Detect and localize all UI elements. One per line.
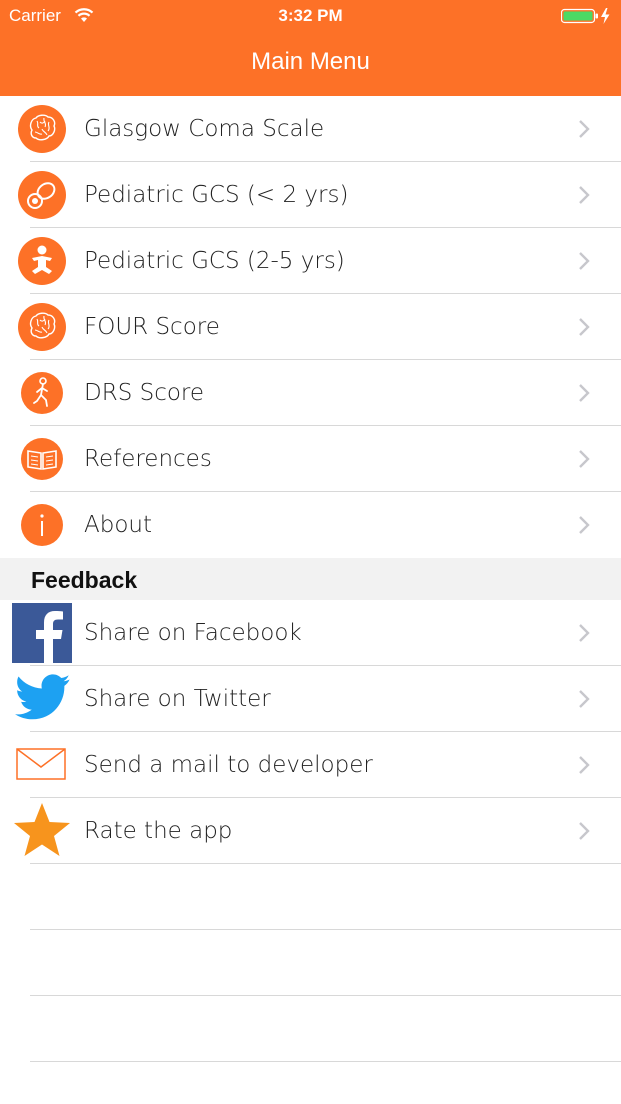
info-icon <box>21 504 63 546</box>
navigation-header: Carrier 3:32 PM Main Menu <box>0 0 621 96</box>
star-icon <box>14 803 70 856</box>
book-icon <box>21 438 63 480</box>
chevron-right-icon <box>579 186 590 204</box>
menu-item-drs-score[interactable]: DRS Score <box>0 360 621 426</box>
pacifier-icon <box>18 171 66 219</box>
chevron-right-icon <box>579 690 590 708</box>
status-bar: Carrier 3:32 PM <box>0 0 621 32</box>
page-title: Main Menu <box>251 48 370 75</box>
feedback-section-header: Feedback <box>0 558 621 600</box>
menu-item-label: Send a mail to developer <box>84 752 373 778</box>
menu-item-label: Pediatric GCS (2-5 yrs) <box>84 248 345 274</box>
walking-person-icon <box>21 372 63 414</box>
chevron-right-icon <box>579 252 590 270</box>
menu-item-label: Glasgow Coma Scale <box>84 116 325 142</box>
status-time: 3:32 PM <box>278 6 343 25</box>
chevron-right-icon <box>579 120 590 138</box>
menu-item-about[interactable]: About <box>0 492 621 558</box>
menu-item-label: References <box>84 446 212 472</box>
menu-item-label: Pediatric GCS (< 2 yrs) <box>84 182 349 208</box>
twitter-icon <box>15 674 70 720</box>
menu-item-label: DRS Score <box>84 380 205 406</box>
battery-charging-icon <box>561 8 610 24</box>
share-facebook-item[interactable]: Share on Facebook <box>0 600 621 666</box>
empty-row-separator <box>30 995 621 996</box>
menu-item-references[interactable]: References <box>0 426 621 492</box>
menu-item-label: About <box>84 512 153 538</box>
menu-item-four-score[interactable]: FOUR Score <box>0 294 621 360</box>
menu-item-label: Share on Facebook <box>84 620 302 646</box>
menu-item-pediatric-gcs-under-2[interactable]: Pediatric GCS (< 2 yrs) <box>0 162 621 228</box>
brain-icon <box>18 303 66 351</box>
section-title: Feedback <box>31 567 138 593</box>
mail-icon <box>16 748 66 780</box>
share-twitter-item[interactable]: Share on Twitter <box>0 666 621 732</box>
chevron-right-icon <box>579 624 590 642</box>
send-mail-item[interactable]: Send a mail to developer <box>0 732 621 798</box>
row-separator <box>30 863 621 864</box>
chevron-right-icon <box>579 450 590 468</box>
empty-row-separator <box>30 929 621 930</box>
rate-app-item[interactable]: Rate the app <box>0 798 621 864</box>
menu-item-label: Rate the app <box>84 818 233 844</box>
chevron-right-icon <box>579 384 590 402</box>
menu-item-glasgow-coma-scale[interactable]: Glasgow Coma Scale <box>0 96 621 162</box>
empty-row-separator <box>30 1061 621 1062</box>
chevron-right-icon <box>579 756 590 774</box>
menu-item-label: FOUR Score <box>84 314 220 340</box>
chevron-right-icon <box>579 516 590 534</box>
menu-item-label: Share on Twitter <box>84 686 271 712</box>
chevron-right-icon <box>579 318 590 336</box>
toddler-icon <box>18 237 66 285</box>
menu-item-pediatric-gcs-2-5[interactable]: Pediatric GCS (2-5 yrs) <box>0 228 621 294</box>
facebook-icon <box>12 603 72 663</box>
chevron-right-icon <box>579 822 590 840</box>
brain-icon <box>18 105 66 153</box>
